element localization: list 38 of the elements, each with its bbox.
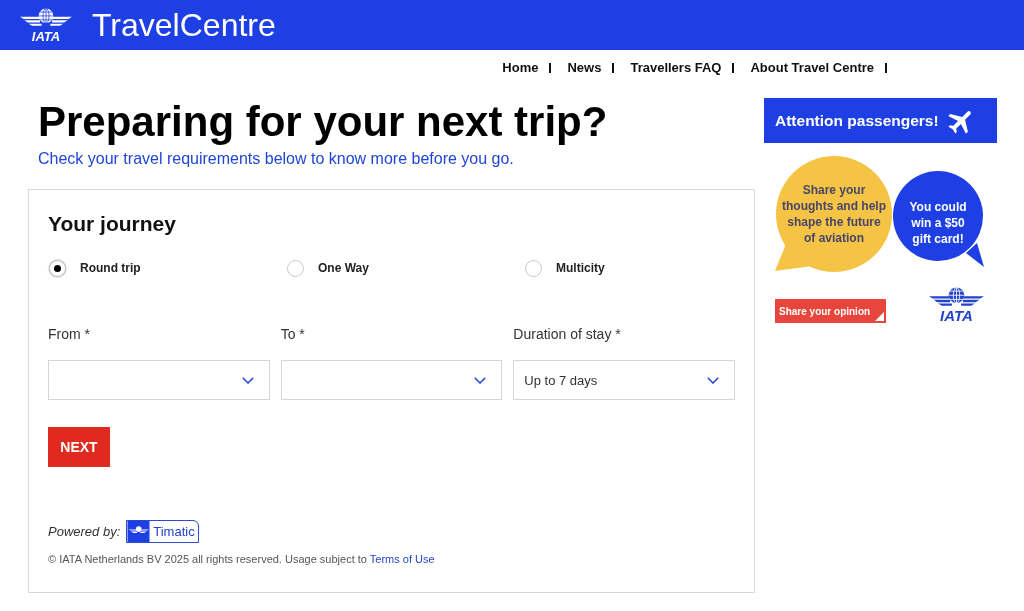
logo-text: IATA bbox=[940, 309, 973, 323]
corner-triangle-icon bbox=[875, 312, 884, 321]
nav-link[interactable]: About Travel Centre bbox=[750, 60, 874, 75]
field-label: To * bbox=[280, 325, 305, 344]
field-label: From * bbox=[48, 325, 90, 344]
radio-label[interactable]: Multicity bbox=[556, 260, 605, 276]
field-label: Duration of stay * bbox=[513, 325, 621, 344]
nav-link[interactable]: Home bbox=[502, 60, 539, 75]
radio-label[interactable]: One Way bbox=[318, 260, 369, 276]
chevron-down-icon bbox=[241, 376, 254, 384]
radio-button[interactable] bbox=[287, 259, 304, 277]
terms-link[interactable]: Terms of Use bbox=[369, 553, 435, 565]
bubble-text: Share your thoughts and help shape the future of aviation bbox=[782, 182, 886, 246]
powered-by-text: Powered by: bbox=[48, 524, 121, 539]
bubble-text: You could win a $50 gift card! bbox=[909, 199, 967, 247]
chevron-down-icon bbox=[707, 376, 719, 384]
share-opinion-button[interactable]: Share your opinion bbox=[775, 299, 886, 323]
radio-label[interactable]: Round trip bbox=[80, 260, 141, 276]
copyright-text: © IATA Netherlands BV 2025 all rights reserved. Usage subject to Terms of Use bbox=[48, 552, 436, 566]
chevron-down-icon bbox=[474, 376, 487, 384]
page-subtitle: Check your travel requirements below to know more before you go. bbox=[37, 149, 515, 169]
select-field[interactable] bbox=[280, 360, 503, 400]
globe-wings-icon bbox=[20, 7, 72, 29]
badge-text: Timatic bbox=[153, 524, 195, 539]
nav-link[interactable]: Travellers FAQ bbox=[630, 60, 722, 75]
page-heading: Preparing for your next trip? bbox=[37, 98, 609, 146]
banner-text: Attention passengers! bbox=[775, 111, 939, 130]
select-field[interactable]: Up to 7 days bbox=[513, 360, 735, 400]
logo-text: IATA bbox=[31, 29, 61, 43]
card-title: Your journey bbox=[48, 211, 177, 237]
next-button[interactable]: NEXT bbox=[48, 427, 110, 467]
nav-link[interactable]: News bbox=[567, 60, 602, 75]
radio-button[interactable] bbox=[49, 259, 66, 277]
globe-wings-icon bbox=[928, 287, 985, 309]
site-title: TravelCentre bbox=[92, 7, 276, 43]
select-field[interactable] bbox=[48, 360, 270, 400]
globe-wings-icon bbox=[127, 521, 151, 542]
radio-button[interactable] bbox=[525, 259, 542, 277]
